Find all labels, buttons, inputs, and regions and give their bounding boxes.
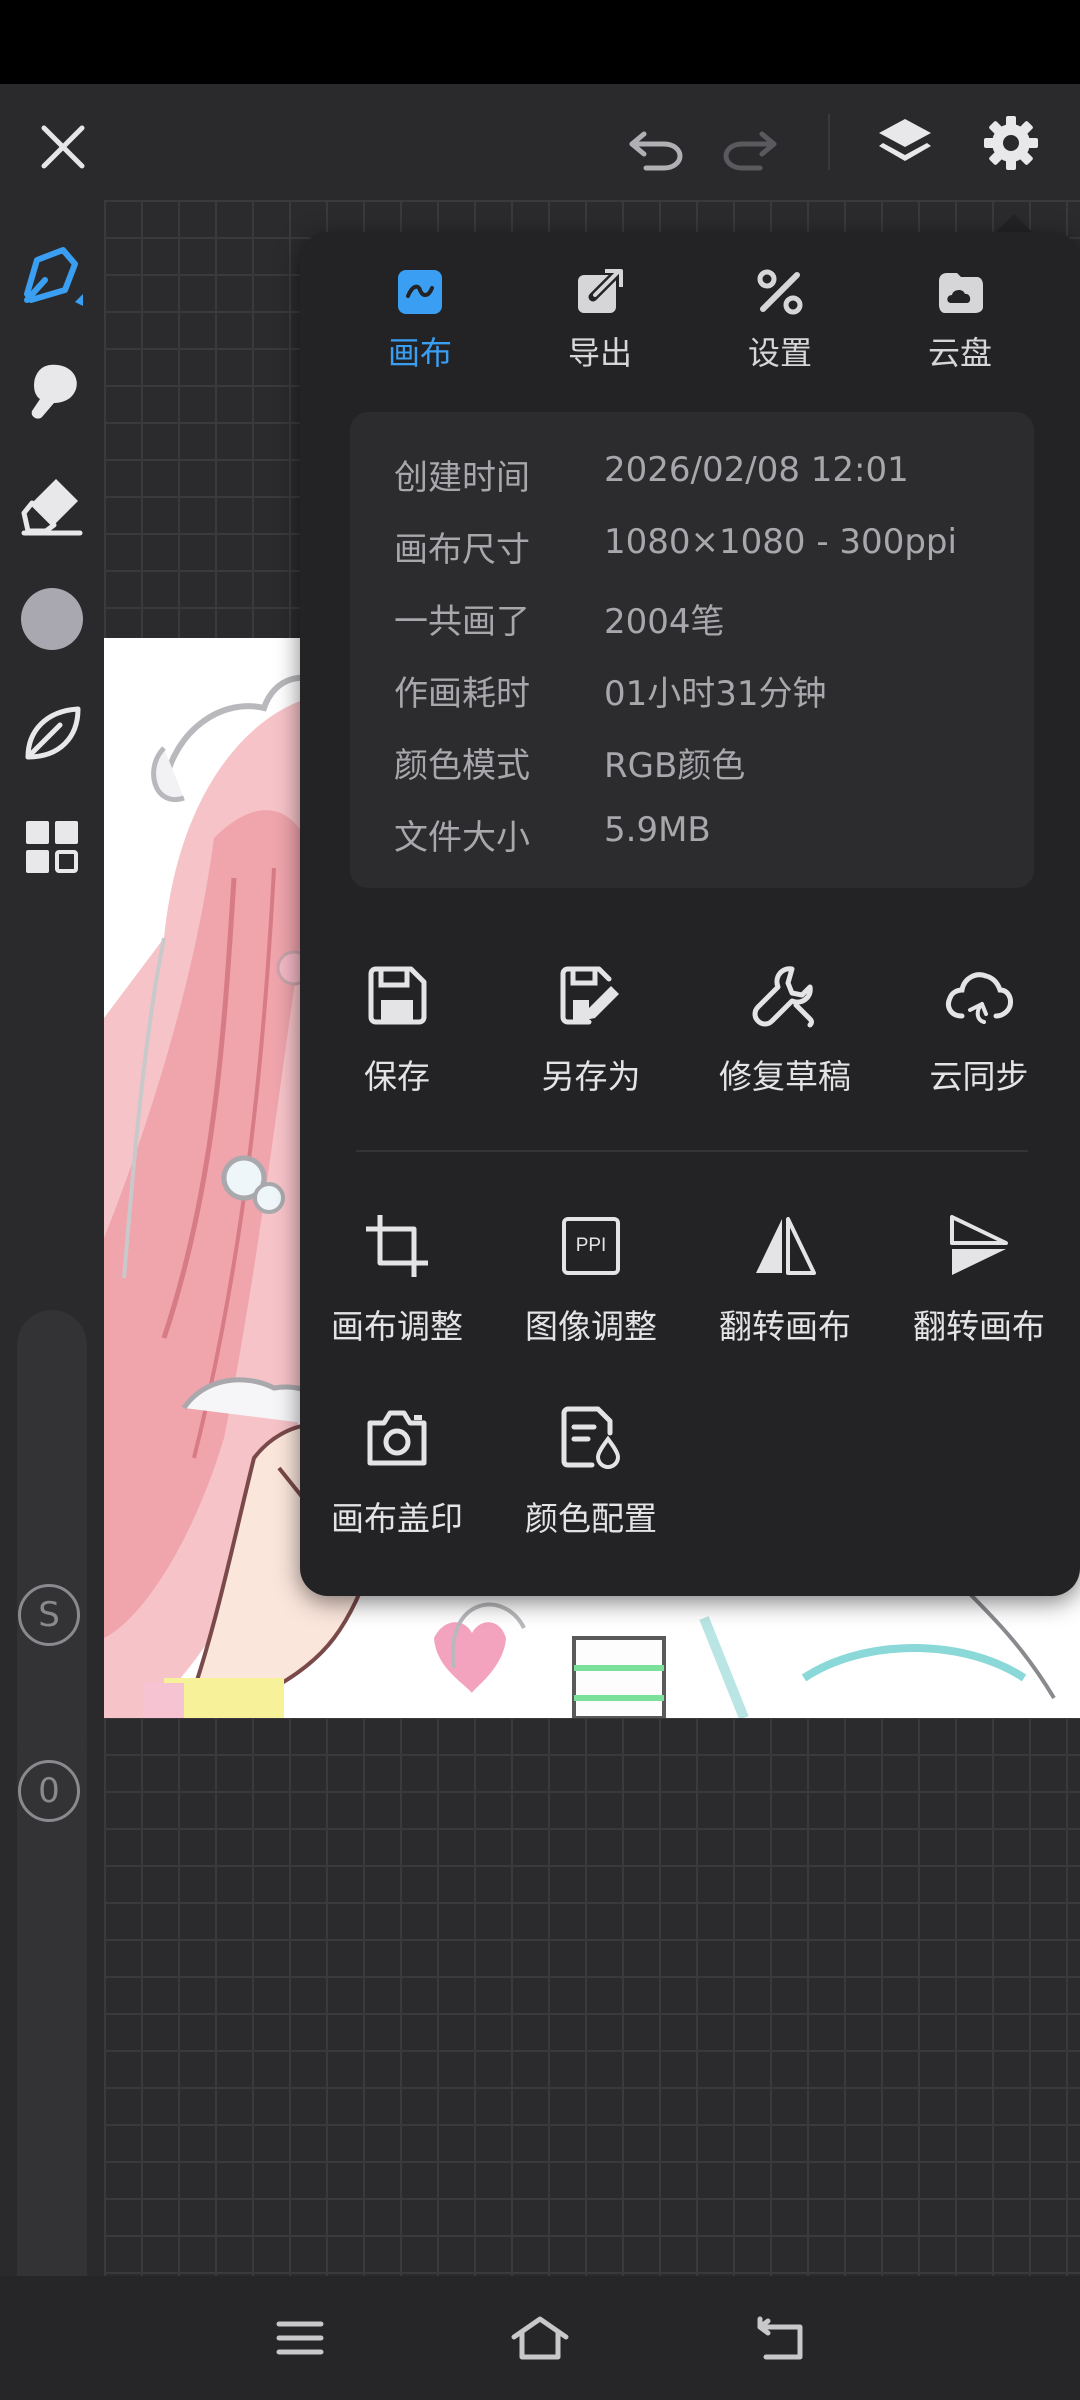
tab-cloud-drive[interactable]: 云盘 (870, 262, 1050, 372)
export-icon (578, 267, 624, 313)
info-value: 1080×1080 - 300ppi (604, 522, 957, 562)
tab-canvas-label: 画布 (387, 334, 452, 372)
color-profile-button[interactable]: 颜色配置 (496, 1398, 686, 1540)
info-value: 01小时31分钟 (604, 674, 827, 714)
close-button[interactable] (30, 114, 96, 180)
save-icon (368, 966, 427, 1025)
info-key: 画布尺寸 (394, 530, 530, 570)
save-label: 保存 (364, 1057, 430, 1096)
info-key: 一共画了 (394, 602, 530, 642)
popup-tabs: 画布 导出 设置 云盘 (300, 262, 1080, 372)
flip-canvas-vertical-button[interactable]: 翻转画布 (884, 1206, 1074, 1348)
brush-size-label: S (18, 1584, 80, 1646)
color-profile-label: 颜色配置 (525, 1499, 657, 1538)
eraser-tool-button[interactable] (17, 470, 87, 540)
tab-export-label: 导出 (567, 334, 632, 372)
canvas-info-panel: 创建时间 2026/02/08 12:01 画布尺寸 1080×1080 - 3… (350, 412, 1034, 888)
tab-settings[interactable]: 设置 (690, 262, 870, 372)
image-adjust-button[interactable]: PPI 图像调整 (496, 1206, 686, 1348)
info-key: 创建时间 (394, 458, 530, 498)
settings-button[interactable] (974, 106, 1048, 180)
smudge-tool-button[interactable] (17, 356, 87, 426)
info-key: 文件大小 (394, 818, 530, 858)
info-value: 2004笔 (604, 602, 725, 642)
redo-button[interactable] (718, 114, 784, 180)
save-as-icon (560, 966, 619, 1025)
close-icon (41, 125, 85, 169)
tab-cloud-drive-label: 云盘 (927, 334, 992, 372)
tab-export[interactable]: 导出 (510, 262, 690, 372)
brush-icon (24, 247, 83, 306)
brush-tool-button[interactable] (17, 242, 87, 312)
info-value: 2026/02/08 12:01 (604, 450, 909, 490)
crop-icon (366, 1215, 428, 1277)
brush-opacity-label: 0 (18, 1760, 80, 1822)
layers-icon (879, 119, 931, 161)
canvas-adjust-button[interactable]: 画布调整 (302, 1206, 492, 1348)
flip-horizontal-icon (756, 1217, 816, 1275)
nav-menu-button[interactable] (270, 2308, 330, 2368)
cloud-sync-button[interactable]: 云同步 (884, 956, 1074, 1098)
undo-button[interactable] (622, 114, 688, 180)
system-nav-bar (0, 2276, 1080, 2400)
undo-icon (629, 131, 683, 171)
grid-menu-button[interactable] (17, 812, 87, 882)
smudge-icon (31, 364, 77, 419)
popup-divider (356, 1150, 1028, 1152)
tab-canvas[interactable]: 画布 (330, 262, 510, 372)
topbar-divider (828, 114, 830, 170)
canvas-menu-popup: 画布 导出 设置 云盘 创建时间 2026/02/08 12:01 画布尺寸 1… (300, 232, 1080, 1596)
tab-settings-label: 设置 (747, 334, 812, 372)
info-value: RGB颜色 (604, 746, 746, 786)
home-icon (511, 2316, 569, 2360)
layers-button[interactable] (868, 106, 942, 180)
popup-arrow (994, 214, 1034, 234)
eraser-icon (21, 479, 83, 536)
repair-draft-label: 修复草稿 (719, 1057, 851, 1096)
nav-home-button[interactable] (510, 2308, 570, 2368)
camera-icon (367, 1410, 427, 1466)
menu-icon (276, 2321, 324, 2355)
grid-icon (26, 821, 78, 873)
save-as-label: 另存为 (541, 1057, 641, 1096)
color-profile-icon (561, 1406, 621, 1470)
cloud-drive-icon (939, 273, 983, 313)
top-bar (0, 84, 1080, 200)
status-bar (0, 0, 1080, 84)
cloud-sync-label: 云同步 (929, 1057, 1029, 1096)
canvas-adjust-label: 画布调整 (331, 1307, 463, 1346)
canvas-icon (398, 270, 442, 314)
ppi-icon-text: PPI (575, 1235, 607, 1256)
ppi-icon: PPI (562, 1217, 620, 1275)
flip-canvas-horizontal-label: 翻转画布 (719, 1307, 851, 1346)
nav-back-button[interactable] (750, 2308, 810, 2368)
info-key: 作画耗时 (394, 674, 530, 714)
save-as-button[interactable]: 另存为 (496, 956, 686, 1098)
flip-canvas-horizontal-button[interactable]: 翻转画布 (690, 1206, 880, 1348)
gear-icon (984, 116, 1038, 170)
back-icon (757, 2316, 803, 2360)
info-value: 5.9MB (604, 810, 711, 850)
repair-draft-button[interactable]: 修复草稿 (690, 956, 880, 1098)
canvas-stamp-label: 画布盖印 (331, 1499, 463, 1538)
color-picker-button[interactable] (17, 584, 87, 654)
leaf-icon (25, 706, 81, 760)
save-button[interactable]: 保存 (302, 956, 492, 1098)
settings-tools-icon (757, 269, 803, 315)
redo-icon (723, 131, 777, 171)
cloud-sync-icon (946, 972, 1013, 1024)
info-key: 颜色模式 (394, 746, 530, 786)
current-color-swatch (21, 588, 83, 650)
leaf-tool-button[interactable] (17, 698, 87, 768)
canvas-stamp-button[interactable]: 画布盖印 (302, 1398, 492, 1540)
wrench-icon (752, 966, 814, 1028)
image-adjust-label: 图像调整 (525, 1307, 657, 1346)
flip-vertical-icon (950, 1215, 1008, 1275)
flip-canvas-vertical-label: 翻转画布 (913, 1307, 1045, 1346)
left-toolbar: S 0 (0, 200, 104, 2328)
